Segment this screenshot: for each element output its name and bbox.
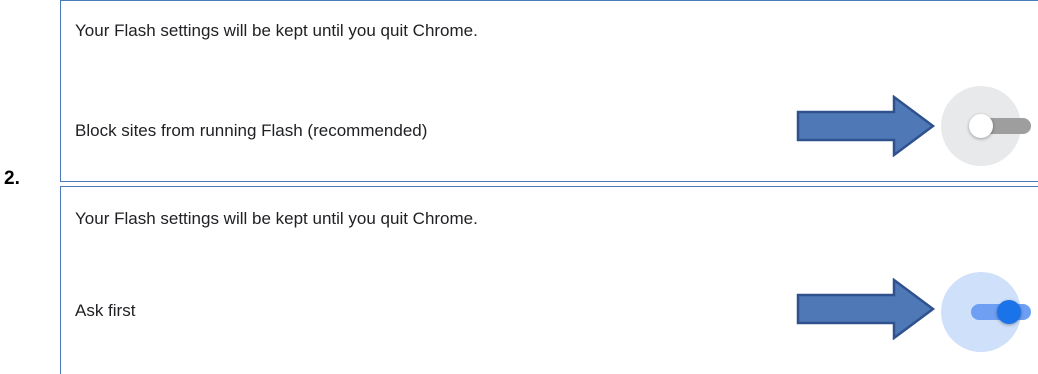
right-arrow-icon [796,95,936,157]
flash-settings-info-text: Your Flash settings will be kept until y… [75,21,478,40]
flash-settings-info-text: Your Flash settings will be kept until y… [75,209,478,228]
block-flash-toggle[interactable] [941,86,1031,166]
flash-settings-panel-after: Your Flash settings will be kept until y… [60,186,1038,374]
ask-first-setting-label: Ask first [75,301,136,320]
right-arrow-icon [796,278,936,340]
ask-first-toggle[interactable] [941,272,1031,352]
flash-settings-panel-before: Your Flash settings will be kept until y… [60,0,1038,182]
toggle-thumb [997,300,1021,324]
block-flash-setting-label: Block sites from running Flash (recommen… [75,121,428,140]
step-number: 2. [4,168,20,189]
toggle-thumb [969,114,993,138]
